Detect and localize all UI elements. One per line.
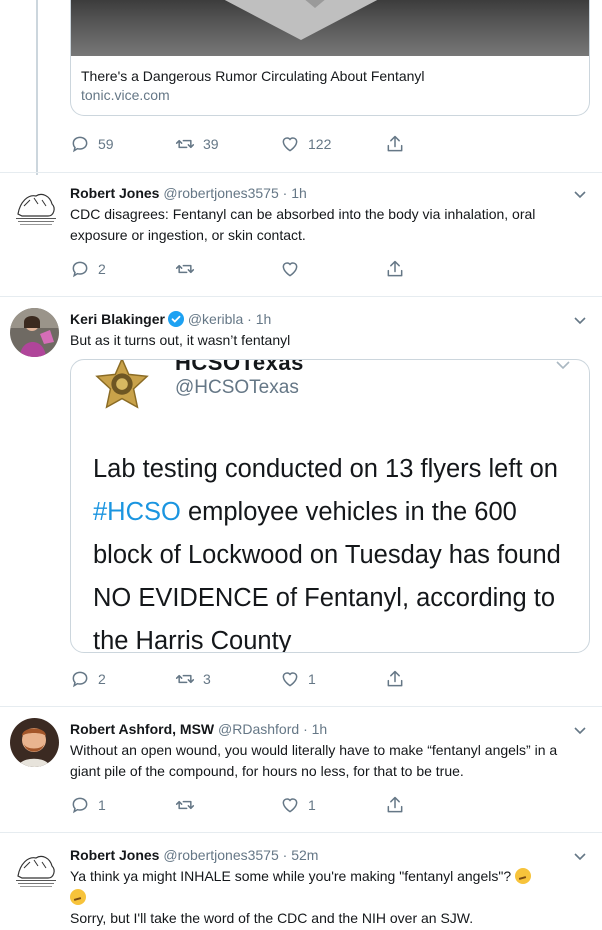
like-icon	[282, 672, 298, 687]
display-name[interactable]: Keri Blakinger	[70, 311, 165, 327]
embed-text-before: Lab testing conducted on 13 flyers left …	[93, 455, 558, 483]
chevron-down-icon[interactable]	[572, 312, 588, 328]
separator	[0, 832, 602, 833]
like-icon	[282, 262, 298, 277]
avatar[interactable]	[10, 846, 62, 892]
timestamp[interactable]: · 1h	[303, 721, 327, 737]
reply-count: 2	[98, 671, 106, 687]
like-button[interactable]: 122	[280, 134, 385, 154]
tweet-header: Robert Jones @robertjones3575 · 1h	[70, 184, 307, 202]
tweet-actions: 59 39 122	[70, 133, 415, 155]
tweet-header: Robert Jones @robertjones3575 · 52m	[70, 846, 318, 864]
retweet-icon	[175, 674, 195, 684]
link-card-image	[71, 0, 589, 56]
tweet-actions: 2	[70, 258, 415, 280]
separator	[0, 172, 602, 173]
retweet-button[interactable]	[175, 795, 280, 815]
retweet-icon	[175, 800, 195, 810]
retweet-icon	[175, 264, 195, 274]
share-icon	[387, 135, 403, 152]
thinking-face-icon	[515, 868, 532, 884]
reply-icon	[72, 797, 88, 814]
reply-button[interactable]: 59	[70, 134, 175, 154]
like-button[interactable]	[280, 259, 385, 279]
tweet-actions: 2 3 1	[70, 668, 415, 690]
username[interactable]: @keribla	[188, 311, 243, 327]
embed-hashtag: #HCSO	[93, 498, 181, 526]
reply-icon	[72, 261, 88, 278]
embed-username: @HCSOTexas	[175, 377, 299, 398]
tweet-text: But as it turns out, it wasn’t fentanyl	[70, 332, 291, 348]
tweet-text: CDC disagrees: Fentanyl can be absorbed …	[70, 206, 536, 243]
chevron-down-icon	[556, 361, 570, 370]
avatar[interactable]	[10, 184, 62, 230]
share-icon	[387, 670, 403, 687]
retweet-icon	[175, 139, 195, 149]
username[interactable]: @RDashford	[218, 721, 299, 737]
embed-display-name: HCSOTexas	[175, 359, 304, 375]
chevron-down-icon[interactable]	[572, 186, 588, 202]
embedded-image[interactable]: HCSOTexas @HCSOTexas Lab testing conduct…	[70, 359, 590, 653]
reply-icon	[72, 136, 88, 153]
share-icon	[387, 796, 403, 813]
display-name[interactable]: Robert Jones	[70, 847, 159, 863]
tweet-actions: 1 1	[70, 794, 415, 816]
separator	[0, 296, 602, 297]
tweet-header: Keri Blakinger @keribla · 1h	[70, 310, 271, 328]
tweet-text: Ya think ya might INHALE some while you'…	[70, 866, 590, 929]
username[interactable]: @robertjones3575	[163, 185, 278, 201]
avatar[interactable]	[10, 718, 59, 767]
chevron-down-icon[interactable]	[572, 722, 588, 738]
thread-line	[36, 0, 38, 175]
like-icon	[282, 137, 298, 152]
share-button[interactable]	[385, 669, 415, 689]
reply-button[interactable]: 2	[70, 259, 175, 279]
link-card-title: There's a Dangerous Rumor Circulating Ab…	[81, 68, 425, 84]
chevron-down-icon[interactable]	[572, 848, 588, 864]
tweet-text-line1: Ya think ya might INHALE some while you'…	[70, 868, 512, 884]
reply-button[interactable]: 1	[70, 795, 175, 815]
timestamp[interactable]: · 1h	[283, 185, 307, 201]
like-count: 1	[308, 671, 316, 687]
share-button[interactable]	[385, 795, 415, 815]
like-count: 122	[308, 136, 332, 152]
avatar[interactable]	[10, 308, 59, 357]
like-icon	[282, 798, 298, 813]
like-button[interactable]: 1	[280, 669, 385, 689]
reply-button[interactable]: 2	[70, 669, 175, 689]
share-button[interactable]	[385, 259, 415, 279]
timestamp[interactable]: · 52m	[283, 847, 319, 863]
retweet-button[interactable]: 3	[175, 669, 280, 689]
display-name[interactable]: Robert Jones	[70, 185, 159, 201]
reply-icon	[72, 671, 88, 688]
like-count: 1	[308, 797, 316, 813]
sheriff-badge-icon	[95, 360, 149, 409]
separator	[0, 706, 602, 707]
retweet-count: 39	[203, 136, 219, 152]
reply-count: 1	[98, 797, 106, 813]
display-name[interactable]: Robert Ashford, MSW	[70, 721, 214, 737]
timestamp[interactable]: · 1h	[247, 311, 271, 327]
link-card-domain: tonic.vice.com	[81, 87, 170, 103]
like-button[interactable]: 1	[280, 795, 385, 815]
tweet-header: Robert Ashford, MSW @RDashford · 1h	[70, 720, 327, 738]
retweet-count: 3	[203, 671, 211, 687]
reply-count: 2	[98, 261, 106, 277]
retweet-button[interactable]: 39	[175, 134, 280, 154]
thinking-face-icon	[70, 889, 86, 905]
verified-icon	[167, 311, 184, 327]
retweet-button[interactable]	[175, 259, 280, 279]
link-card[interactable]: There's a Dangerous Rumor Circulating Ab…	[70, 0, 590, 116]
share-icon	[387, 260, 403, 277]
username[interactable]: @robertjones3575	[163, 847, 278, 863]
tweet-text: Without an open wound, you would literal…	[70, 742, 558, 779]
embed-text: Lab testing conducted on 13 flyers left …	[93, 448, 583, 652]
share-button[interactable]	[385, 134, 415, 154]
reply-count: 59	[98, 136, 114, 152]
tweet-text-line2: Sorry, but I'll take the word of the CDC…	[70, 910, 474, 926]
